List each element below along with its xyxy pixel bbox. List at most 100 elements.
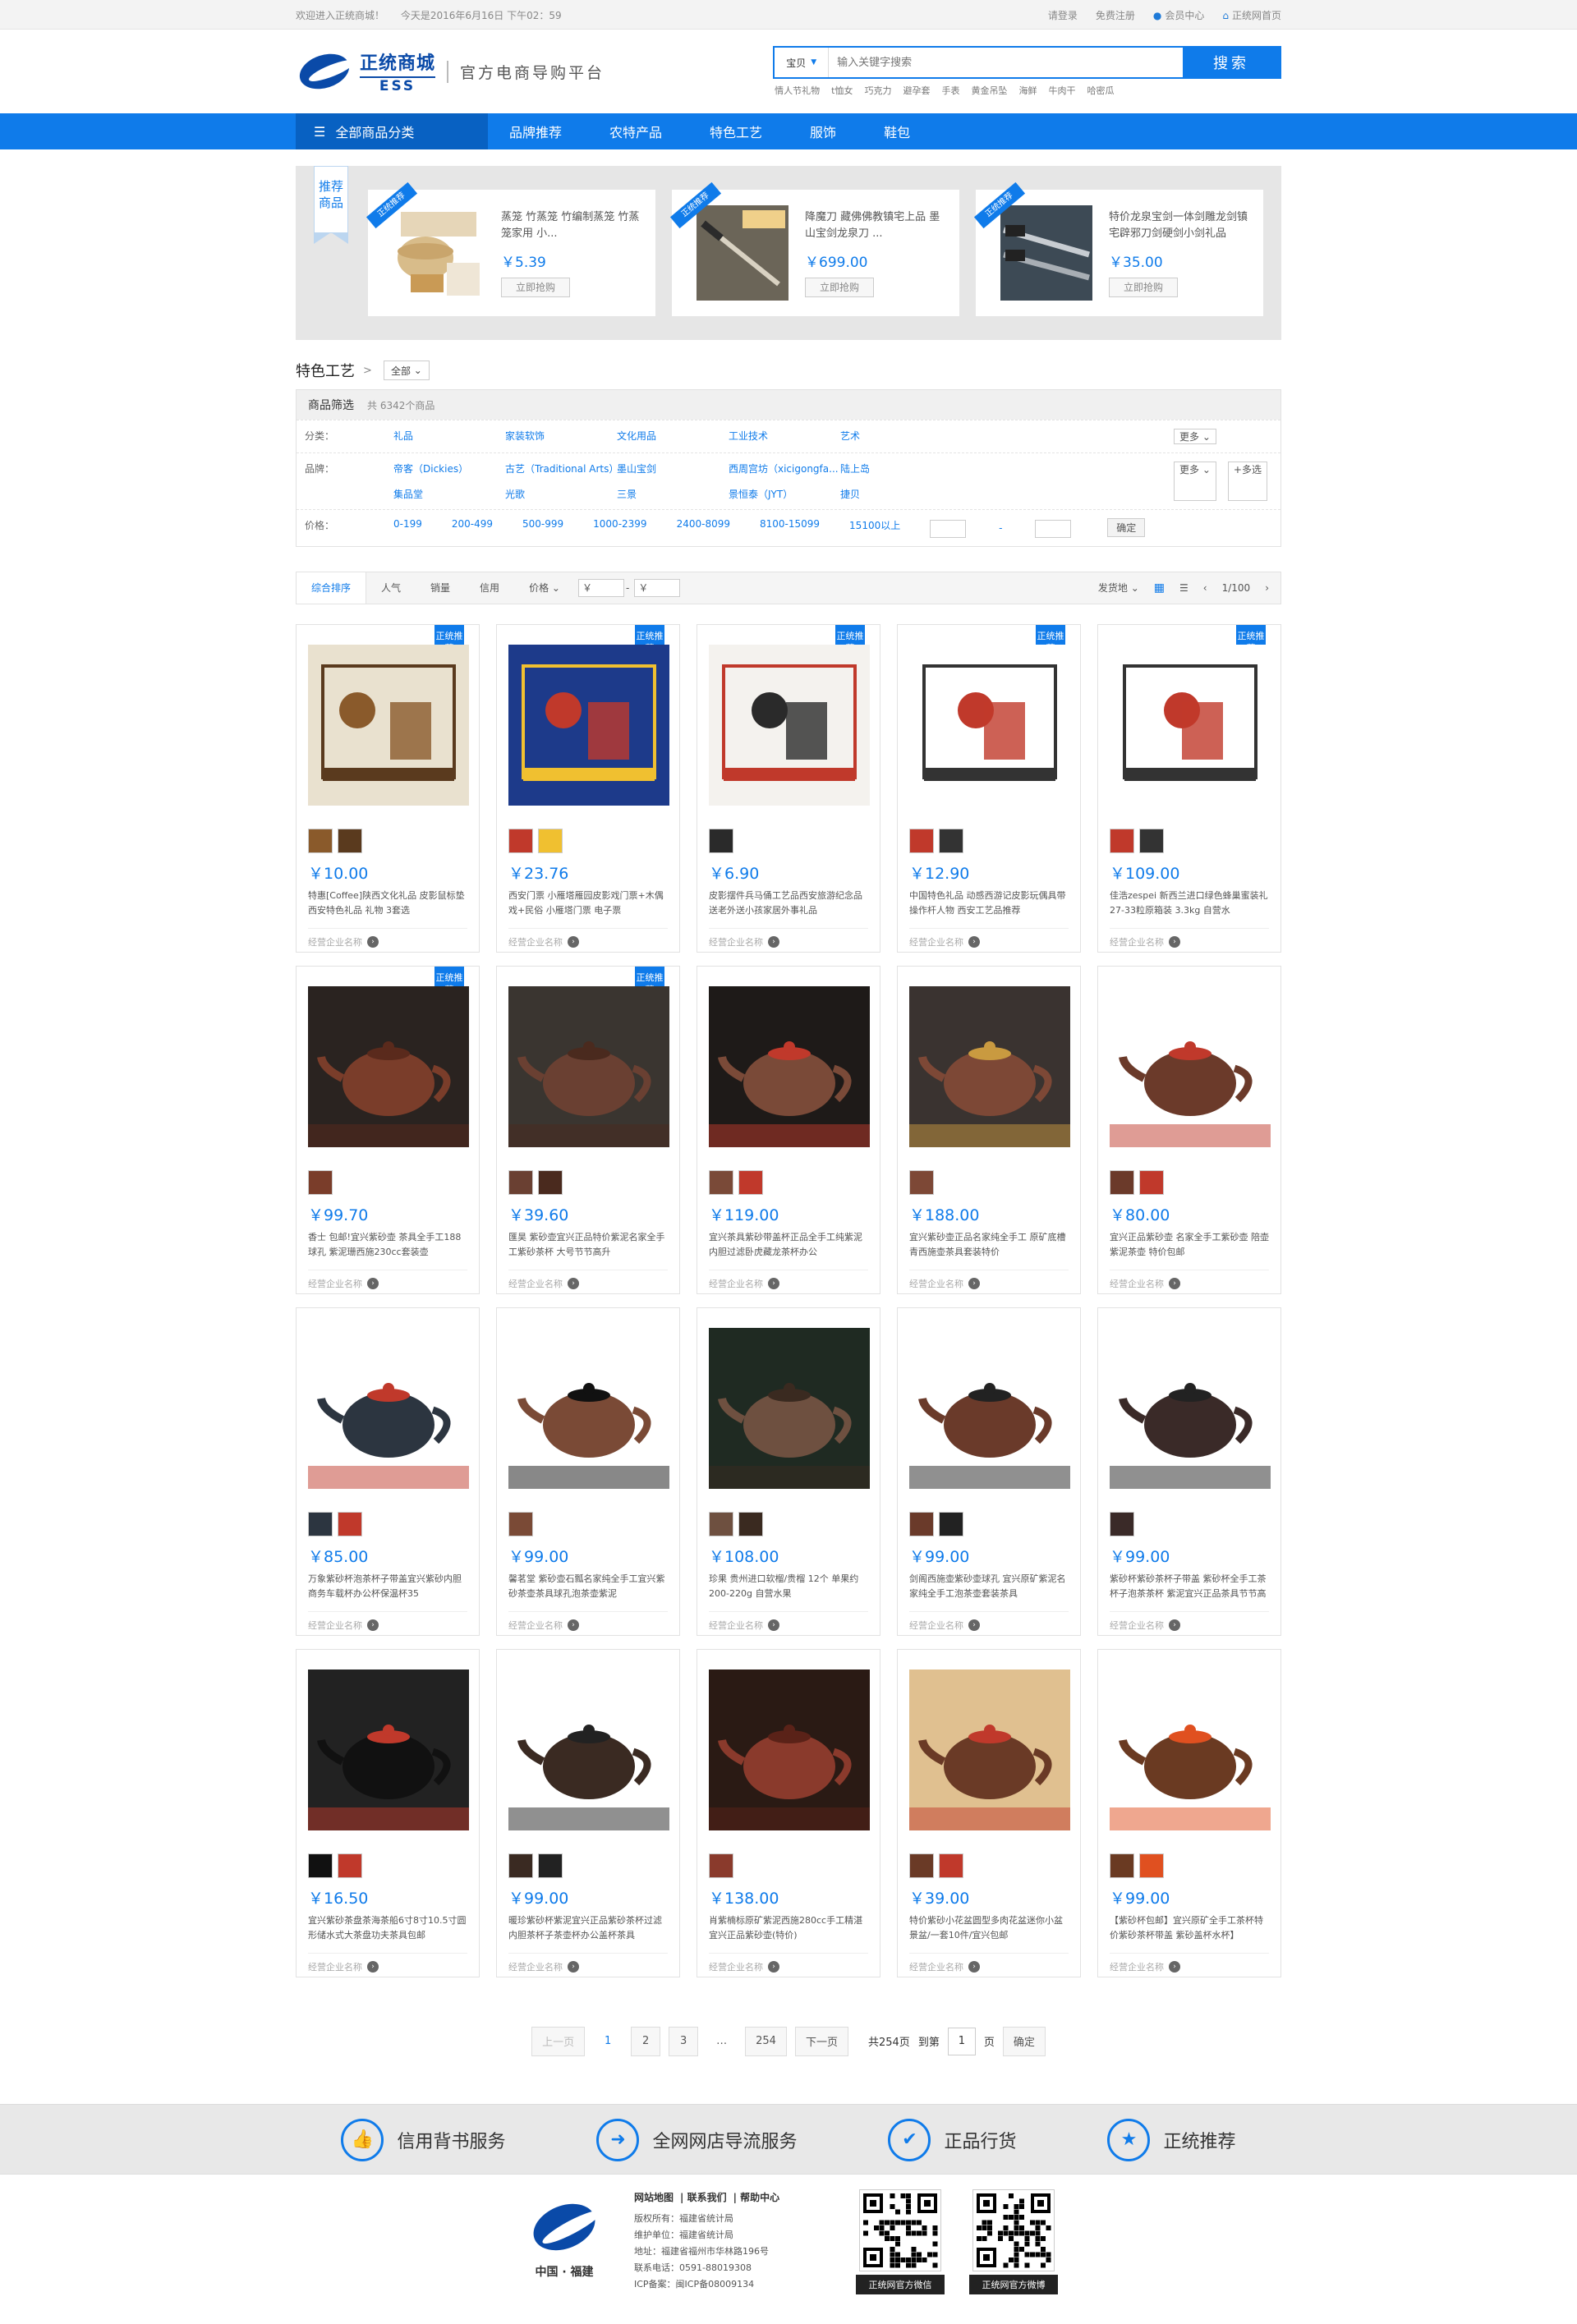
product-image[interactable] xyxy=(1000,205,1092,301)
product-thumbnail[interactable] xyxy=(308,828,333,853)
more-button[interactable]: 更多 ⌄ xyxy=(1174,462,1216,501)
product-thumbnail[interactable] xyxy=(909,1511,934,1536)
price-max-input[interactable] xyxy=(1035,519,1072,538)
product-thumbnail[interactable] xyxy=(338,828,362,853)
shop-link[interactable]: 经营企业名称 › xyxy=(508,1269,668,1290)
more-button[interactable]: 更多 ⌄ xyxy=(1174,429,1216,444)
goto-page-input[interactable]: 1 xyxy=(947,2027,976,2055)
product-title[interactable]: 特惠[Coffee]陕西文化礼品 皮影鼠标垫 西安特色礼品 礼物 3套选 xyxy=(308,889,467,918)
product-card[interactable]: ￥108.00 珍果 贵州进口软榴/贵榴 12个 单果约200-220g 自营水果… xyxy=(697,1307,880,1636)
filter-option-price[interactable]: 8100-15099 xyxy=(760,518,820,538)
product-thumbnail[interactable] xyxy=(1139,1853,1164,1878)
shop-link[interactable]: 经营企业名称 › xyxy=(1110,927,1269,948)
filter-option-class[interactable]: 家装软饰 xyxy=(505,429,617,444)
product-image[interactable] xyxy=(1110,1669,1271,1830)
product-title[interactable]: 宜兴正品紫砂壶 名家全手工紫砂壶 陪壶 紫泥茶壶 特价包邮 xyxy=(1110,1230,1269,1260)
product-title[interactable]: 宜兴紫砂茶盘茶海茶船6寸8寸10.5寸圆形储水式大茶盘功夫茶具包邮 xyxy=(308,1913,467,1943)
filter-option-brand[interactable]: 景恒泰（JYT） xyxy=(729,487,840,501)
filter-option-brand[interactable]: 帝客（Dickies） xyxy=(393,462,505,475)
product-thumbnail[interactable] xyxy=(738,1169,763,1195)
product-thumbnail[interactable] xyxy=(1110,1853,1134,1878)
product-thumbnail[interactable] xyxy=(1110,1511,1134,1536)
filter-option-class[interactable]: 礼品 xyxy=(393,429,505,444)
filter-option-class[interactable]: 工业技术 xyxy=(729,429,840,444)
product-title[interactable]: 宜兴紫砂壶正品名家纯全手工 原矿底槽青西施壶茶具套装特价 xyxy=(909,1230,1069,1260)
product-image[interactable] xyxy=(709,985,870,1147)
product-title[interactable]: 暖珍紫砂杯紫泥宜兴正品紫砂茶杯过滤内胆茶杯子茶壶杯办公盖杯茶具 xyxy=(508,1913,668,1943)
product-card[interactable]: 正统推荐￥23.76西安门票 小雁塔雁园皮影戏门票+木偶戏+民俗 小雁塔门票 电… xyxy=(496,623,680,953)
prev-page-icon[interactable]: ‹ xyxy=(1203,582,1207,594)
shop-link[interactable]: 经营企业名称 › xyxy=(308,1952,467,1973)
product-card[interactable]: ￥85.00 万象紫砂杯泡茶杯子带盖宜兴紫砂内胆商务车载杯办公杯保温杯35 经营企业… xyxy=(296,1307,480,1636)
product-title[interactable]: 特价紫砂小花盆圆型多肉花盆迷你小盆景盆/一套10件/宜兴包邮 xyxy=(909,1913,1069,1943)
product-title[interactable]: 皮影摆件兵马俑工艺品西安旅游纪念品送老外送小孩家居外事礼品 xyxy=(709,889,868,918)
product-card[interactable]: ￥99.00 暖珍紫砂杯紫泥宜兴正品紫砂茶杯过滤内胆茶杯子茶壶杯办公盖杯茶具 经营企… xyxy=(496,1648,680,1977)
sort-default[interactable]: 综合排序 xyxy=(297,572,367,604)
recommended-title[interactable]: 特价龙泉宝剑一体剑雕龙剑镇宅辟邪刀剑硬剑小剑礼品 xyxy=(1109,209,1248,246)
site-logo[interactable]: 正统商城 ESS 官方电商导购平台 xyxy=(295,47,733,96)
page-button[interactable]: 254 xyxy=(745,2026,787,2056)
product-thumbnail[interactable] xyxy=(909,828,934,853)
product-title[interactable]: 肖紫楠标原矿紫泥西施280cc手工精湛宜兴正品紫砂壶(特价) xyxy=(709,1913,868,1943)
shop-link[interactable]: 经营企业名称 › xyxy=(308,1269,467,1290)
product-card[interactable]: 正统推荐￥12.90中国特色礼品 动感西游记皮影玩偶具带操作杆人物 西安工艺品推… xyxy=(897,623,1081,953)
filter-option-brand[interactable]: 墨山宝剑 xyxy=(617,462,729,475)
sort-credit[interactable]: 信用 xyxy=(465,572,514,604)
product-thumbnail[interactable] xyxy=(709,1853,733,1878)
product-card[interactable]: ￥99.00 剑阁西施壶紫砂壶球孔 宜兴原矿紫泥名家纯全手工泡茶壶套装茶具 经营企业… xyxy=(897,1307,1081,1636)
list-view-icon[interactable]: ☰ xyxy=(1179,582,1188,594)
product-card[interactable]: ￥99.00 紫砂杯紫砂茶杯子带盖 紫砂杯全手工茶杯子泡茶茶杯 紫泥宜兴正品茶具节… xyxy=(1097,1307,1281,1636)
product-thumbnail[interactable] xyxy=(939,1511,963,1536)
product-image[interactable] xyxy=(709,644,870,806)
multi-select-button[interactable]: +多选 xyxy=(1227,462,1267,501)
search-input[interactable] xyxy=(829,48,1183,77)
product-thumbnail[interactable] xyxy=(308,1169,333,1195)
hot-keyword[interactable]: 海鲜 xyxy=(1018,84,1037,97)
product-thumbnail[interactable] xyxy=(709,828,733,853)
page-button[interactable]: 1 xyxy=(593,2027,623,2056)
product-card[interactable]: 正统推荐￥109.00佳浩zespei 新西兰进口绿色蜂巢蜜装礼 27-33粒原… xyxy=(1097,623,1281,953)
next-page-icon[interactable]: › xyxy=(1265,582,1269,594)
recommended-item[interactable]: 正统推荐 蒸笼 竹蒸笼 竹编制蒸笼 竹蒸笼家用 小... ￥5.39 立即抢购 xyxy=(366,181,655,316)
price-confirm-button[interactable]: 确定 xyxy=(1107,518,1146,537)
grid-view-icon[interactable]: ▦ xyxy=(1154,581,1165,595)
shop-link[interactable]: 经营企业名称 › xyxy=(308,927,467,948)
hot-keyword[interactable]: 情人节礼物 xyxy=(775,84,820,97)
shop-link[interactable]: 经营企业名称 › xyxy=(709,1610,868,1632)
product-thumbnail[interactable] xyxy=(909,1853,934,1878)
price-from-input[interactable]: ￥ xyxy=(577,578,624,597)
product-card[interactable]: 正统推荐￥99.70香士 包邮!宜兴紫砂壶 茶具全手工188球孔 紫泥珊西施23… xyxy=(296,965,480,1294)
ship-from-select[interactable]: 发货地 ⌄ xyxy=(1098,581,1139,595)
filter-option-price[interactable]: 200-499 xyxy=(452,518,493,538)
product-image[interactable] xyxy=(1110,1327,1271,1489)
hot-keyword[interactable]: 手表 xyxy=(941,84,959,97)
product-title[interactable]: 珍果 贵州进口软榴/贵榴 12个 单果约200-220g 自营水果 xyxy=(709,1572,868,1601)
filter-option-brand[interactable]: 光歌 xyxy=(505,487,617,501)
shop-link[interactable]: 经营企业名称 › xyxy=(1110,1610,1269,1632)
sort-popularity[interactable]: 人气 xyxy=(366,572,416,604)
shop-link[interactable]: 经营企业名称 › xyxy=(1110,1952,1269,1973)
product-title[interactable]: 香士 包邮!宜兴紫砂壶 茶具全手工188球孔 紫泥珊西施230cc套装壶 xyxy=(308,1230,467,1260)
product-image[interactable] xyxy=(508,644,669,806)
product-image[interactable] xyxy=(909,985,1070,1147)
category-select[interactable]: 全部 ⌄ xyxy=(383,361,430,380)
filter-option-brand[interactable]: 三景 xyxy=(617,487,729,501)
product-card[interactable]: ￥80.00 宜兴正品紫砂壶 名家全手工紫砂壶 陪壶 紫泥茶壶 特价包邮 经营企业名… xyxy=(1097,965,1281,1294)
product-thumbnail[interactable] xyxy=(508,1169,533,1195)
nav-item-farm[interactable]: 农特产品 xyxy=(609,122,662,141)
product-thumbnail[interactable] xyxy=(1110,1169,1134,1195)
product-image[interactable] xyxy=(308,1669,469,1830)
shop-link[interactable]: 经营企业名称 › xyxy=(308,1610,467,1632)
product-title[interactable]: 馨茗堂 紫砂壶石瓢名家纯全手工宜兴紫砂茶壶茶具球孔泡茶壶紫泥 xyxy=(508,1572,668,1601)
product-card[interactable]: 正统推荐￥10.00特惠[Coffee]陕西文化礼品 皮影鼠标垫 西安特色礼品 … xyxy=(296,623,480,953)
product-thumbnail[interactable] xyxy=(538,828,563,853)
product-thumbnail[interactable] xyxy=(939,828,963,853)
product-card[interactable]: ￥138.00 肖紫楠标原矿紫泥西施280cc手工精湛宜兴正品紫砂壶(特价) 经营企… xyxy=(697,1648,880,1977)
product-title[interactable]: 剑阁西施壶紫砂壶球孔 宜兴原矿紫泥名家纯全手工泡茶壶套装茶具 xyxy=(909,1572,1069,1601)
product-image[interactable] xyxy=(308,1327,469,1489)
nav-item-crafts[interactable]: 特色工艺 xyxy=(710,122,762,141)
shop-link[interactable]: 经营企业名称 › xyxy=(508,927,668,948)
product-image[interactable] xyxy=(709,1327,870,1489)
filter-option-price[interactable]: 500-999 xyxy=(522,518,563,538)
price-min-input[interactable] xyxy=(930,519,967,538)
